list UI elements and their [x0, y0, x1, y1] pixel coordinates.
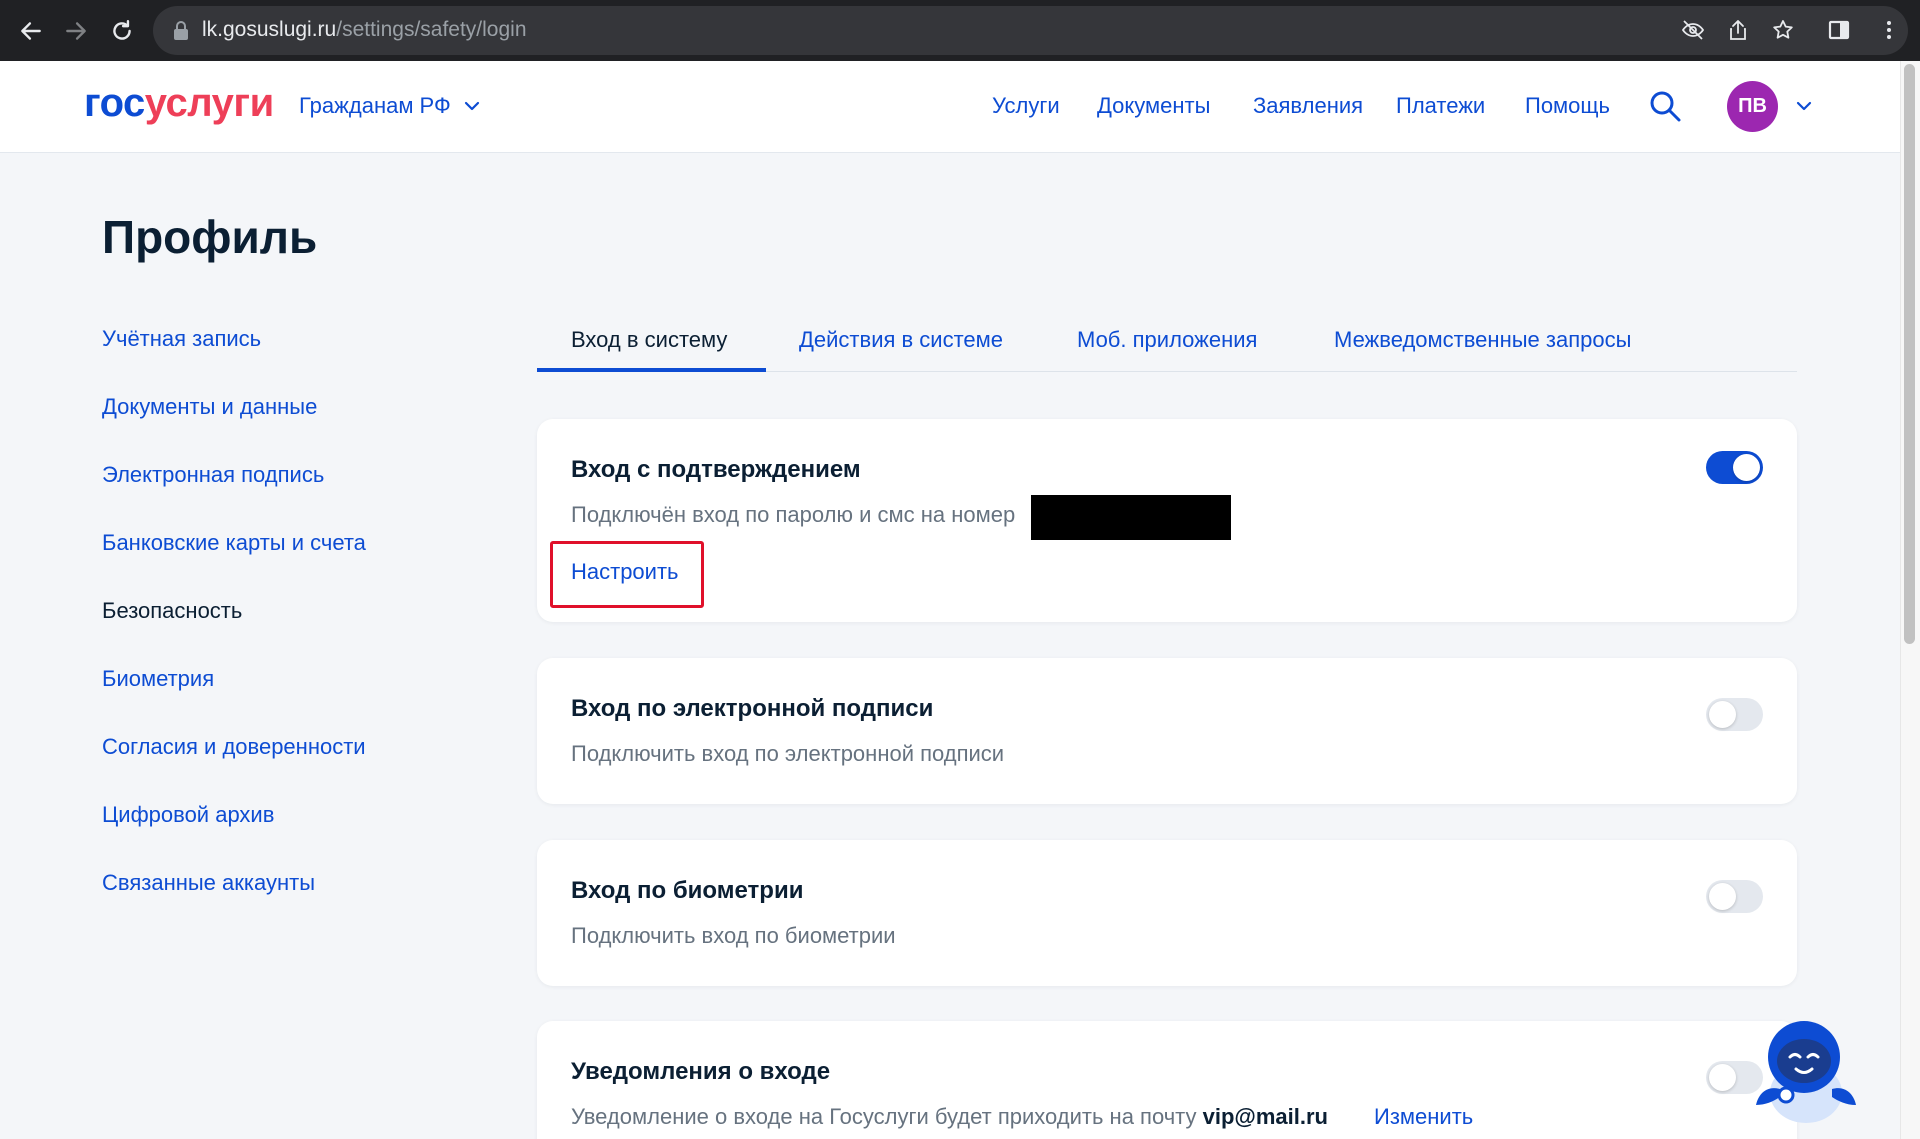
biometric-login-toggle[interactable] — [1706, 880, 1763, 913]
tab-interagency-requests[interactable]: Межведомственные запросы — [1334, 327, 1631, 353]
citizen-menu-dropdown[interactable]: Гражданам РФ — [299, 93, 481, 119]
forward-arrow-icon — [66, 22, 86, 40]
chevron-down-icon — [464, 101, 479, 111]
toggle-knob — [1709, 1064, 1736, 1091]
sidebar-item-consents[interactable]: Согласия и доверенности — [102, 734, 366, 760]
sidebar-item-security[interactable]: Безопасность — [102, 598, 242, 624]
chevron-down-icon[interactable] — [1795, 97, 1813, 115]
scrollbar-thumb[interactable] — [1904, 64, 1915, 644]
sidebar-item-bank-cards[interactable]: Банковские карты и счета — [102, 530, 366, 556]
logo-text-gos: гос — [84, 81, 145, 125]
more-vertical-icon — [1887, 21, 1891, 39]
star-icon — [1773, 20, 1793, 39]
sidebar-item-digital-archive[interactable]: Цифровой архив — [102, 802, 274, 828]
change-email-link[interactable]: Изменить — [1374, 1104, 1473, 1130]
sidebar-item-account[interactable]: Учётная запись — [102, 326, 261, 352]
toggle-knob — [1733, 454, 1760, 481]
reload-button[interactable] — [105, 14, 139, 48]
page-title: Профиль — [102, 211, 318, 263]
card-signature-login: Вход по электронной подписи Подключить в… — [537, 658, 1797, 804]
url-host: lk.gosuslugi.ru — [202, 18, 337, 41]
user-avatar[interactable]: ПВ — [1727, 81, 1778, 132]
browser-menu-button[interactable] — [1874, 15, 1904, 45]
url-text: lk.gosuslugi.ru/settings/safety/login — [202, 18, 527, 42]
security-tabs: Вход в систему Действия в системе Моб. п… — [537, 300, 1797, 372]
back-arrow-icon — [21, 22, 41, 40]
card-title: Уведомления о входе — [571, 1058, 831, 1085]
toggle-knob — [1709, 883, 1736, 910]
assistant-robot-icon[interactable] — [1746, 1013, 1862, 1139]
card-confirmed-login: Вход с подтверждением Подключён вход по … — [537, 419, 1797, 622]
sidebar-item-signature[interactable]: Электронная подпись — [102, 462, 324, 488]
forward-button[interactable] — [59, 14, 93, 48]
address-bar[interactable]: lk.gosuslugi.ru/settings/safety/login — [153, 6, 1908, 55]
nav-applications[interactable]: Заявления — [1253, 93, 1363, 119]
active-tab-indicator — [537, 368, 766, 372]
nav-payments[interactable]: Платежи — [1396, 93, 1485, 119]
gosuslugi-logo[interactable]: госуслуги — [84, 81, 274, 126]
card-title: Вход по электронной подписи — [571, 695, 934, 722]
tab-actions[interactable]: Действия в системе — [799, 327, 1003, 353]
share-button[interactable] — [1723, 15, 1753, 45]
card-title: Вход с подтверждением — [571, 456, 861, 483]
sidebar-item-biometrics[interactable]: Биометрия — [102, 666, 214, 692]
logo-text-uslugi: услуги — [144, 81, 274, 125]
configure-link[interactable]: Настроить — [571, 559, 679, 585]
notification-email: vip@mail.ru — [1202, 1104, 1328, 1129]
tracking-blocked-button[interactable] — [1678, 15, 1708, 45]
browser-toolbar: lk.gosuslugi.ru/settings/safety/login — [0, 0, 1920, 61]
side-panel-button[interactable] — [1824, 15, 1854, 45]
nav-documents[interactable]: Документы — [1097, 93, 1210, 119]
card-login-notifications: Уведомления о входе Уведомление о входе … — [537, 1021, 1797, 1139]
toggle-knob — [1709, 701, 1736, 728]
site-header: госуслуги Гражданам РФ Услуги Документы … — [0, 61, 1900, 153]
tab-mobile-apps[interactable]: Моб. приложения — [1077, 327, 1257, 353]
citizen-menu-label: Гражданам РФ — [299, 93, 451, 118]
back-button[interactable] — [14, 14, 48, 48]
reload-icon — [113, 20, 131, 40]
side-panel-icon — [1828, 20, 1850, 40]
card-title: Вход по биометрии — [571, 877, 804, 904]
sidebar-item-documents[interactable]: Документы и данные — [102, 394, 317, 420]
lock-icon — [174, 21, 188, 40]
url-path: /settings/safety/login — [336, 18, 527, 41]
nav-help[interactable]: Помощь — [1525, 93, 1610, 119]
card-description: Уведомление о входе на Госуслуги будет п… — [571, 1104, 1328, 1130]
card-description: Подключить вход по электронной подписи — [571, 741, 1005, 766]
share-icon — [1730, 20, 1746, 40]
tab-login[interactable]: Вход в систему — [571, 327, 727, 353]
notification-text: Уведомление о входе на Госуслуги будет п… — [571, 1104, 1197, 1129]
confirmed-login-toggle[interactable] — [1706, 451, 1763, 484]
eye-off-icon — [1681, 20, 1705, 40]
signature-login-toggle[interactable] — [1706, 698, 1763, 731]
sidebar-item-linked-accounts[interactable]: Связанные аккаунты — [102, 870, 315, 896]
bookmark-button[interactable] — [1768, 15, 1798, 45]
card-biometric-login: Вход по биометрии Подключить вход по био… — [537, 840, 1797, 986]
card-description: Подключён вход по паролю и смс на номер — [571, 502, 1016, 527]
redacted-phone-number — [1031, 495, 1231, 540]
card-description: Подключить вход по биометрии — [571, 923, 896, 948]
nav-services[interactable]: Услуги — [992, 93, 1060, 119]
search-icon[interactable] — [1648, 89, 1682, 123]
